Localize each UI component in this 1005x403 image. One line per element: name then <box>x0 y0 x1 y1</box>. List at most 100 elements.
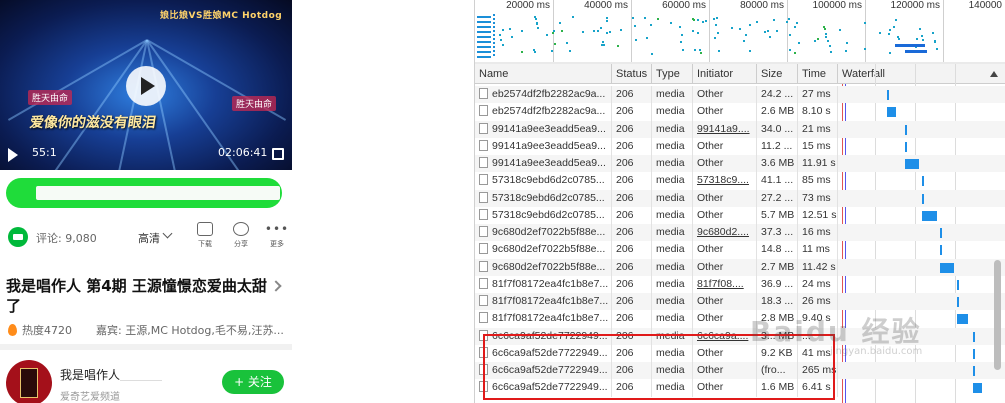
name-text: 9c680d2ef7022b5f88e... <box>492 243 606 256</box>
column-header-initiator[interactable]: Initiator <box>693 64 757 84</box>
name-text: eb2574df2fb2282ac9a... <box>492 105 606 118</box>
overview-activity-mark <box>705 20 707 22</box>
cell-type: media <box>652 155 693 173</box>
sort-up-icon[interactable] <box>990 71 998 77</box>
column-header-type[interactable]: Type <box>652 64 693 84</box>
column-header-waterfall[interactable]: Waterfall <box>838 64 1005 84</box>
table-row[interactable]: eb2574df2fb2282ac9a... 206 media Other 24.2 … <box>475 86 1005 104</box>
cell-name: 81f7f08172ea4fc1b8e7... <box>475 293 612 311</box>
waterfall-bar[interactable] <box>973 348 976 359</box>
overview-activity-mark <box>897 36 899 38</box>
cell-size: 34.0 ... <box>757 120 798 138</box>
cell-initiator[interactable]: 99141a9.... <box>693 120 757 138</box>
cell-initiator[interactable]: 57318c9.... <box>693 172 757 190</box>
fullscreen-icon[interactable] <box>272 148 284 160</box>
overview-activity-mark <box>502 29 504 31</box>
waterfall-bar[interactable] <box>904 124 907 135</box>
overview-activity-mark <box>646 37 648 39</box>
waterfall-bar[interactable] <box>956 297 959 307</box>
column-header-status[interactable]: Status <box>612 64 652 84</box>
overview-activity-mark <box>692 18 694 20</box>
status-text: 206 <box>616 139 634 152</box>
share-button[interactable]: 分享 <box>228 222 254 249</box>
overview-activity-mark <box>493 46 495 48</box>
type-text: media <box>656 243 685 256</box>
watermark-url: jingyan.baidu.com <box>830 346 923 357</box>
overview-activity-mark <box>644 17 646 19</box>
type-text: media <box>656 295 685 307</box>
waterfall-bar[interactable] <box>921 193 924 204</box>
cell-status: 206 <box>612 120 652 138</box>
waterfall-bar[interactable] <box>973 331 976 342</box>
overview-activity-mark <box>670 22 672 24</box>
table-row[interactable]: 99141a9ee3eadd5ea9... 206 media Other 3.6 MB… <box>475 155 1005 173</box>
overview-activity-mark <box>493 42 495 44</box>
vip-banner-button[interactable] <box>6 178 282 208</box>
mini-play-icon[interactable] <box>8 148 18 162</box>
cell-status: 206 <box>612 241 652 259</box>
comment-icon[interactable] <box>8 227 28 247</box>
waterfall-bar[interactable] <box>939 245 942 256</box>
cell-size: 36.9 ... <box>757 275 798 293</box>
table-row[interactable]: 81f7f08172ea4fc1b8e7... 206 media 81f7f08..… <box>475 275 1005 293</box>
overview-activity-mark <box>895 44 925 47</box>
table-row[interactable]: 57318c9ebd6d2c0785... 206 media 57318c9....… <box>475 172 1005 190</box>
waterfall-bar[interactable] <box>904 159 919 169</box>
waterfall-bar[interactable] <box>921 210 937 221</box>
channel-name[interactable]: 我是唱作人 <box>60 366 120 383</box>
waterfall-bar[interactable] <box>956 314 968 325</box>
video-title[interactable]: 我是唱作人 第4期 王源憧憬恋爱曲太甜了 <box>6 276 276 316</box>
channel-subtitle: 爱奇艺爱频道 <box>60 392 120 403</box>
overview-activity-mark <box>477 46 491 48</box>
overview-activity-mark <box>681 34 683 36</box>
network-overview[interactable]: 20000 ms 40000 ms 60000 ms 80000 ms 100000 m… <box>475 0 1005 62</box>
waterfall-bar[interactable] <box>921 176 924 187</box>
table-row[interactable]: 99141a9ee3eadd5ea9... 206 media Other 11.2 .… <box>475 137 1005 155</box>
waterfall-bar[interactable] <box>939 262 954 273</box>
cell-size: 2.6 MB <box>757 103 798 121</box>
table-row[interactable]: 99141a9ee3eadd5ea9... 206 media 99141a9....… <box>475 120 1005 138</box>
column-header-name[interactable]: Name <box>475 64 612 84</box>
cell-size: 37.3 ... <box>757 224 798 242</box>
table-row[interactable]: 81f7f08172ea4fc1b8e7... 206 media Other 18.3… <box>475 293 1005 311</box>
more-button[interactable]: ••• 更多 <box>264 222 290 249</box>
initiator-text: Other <box>697 208 724 221</box>
table-row[interactable]: 9c680d2ef7022b5f88e... 206 media Other 2.7 M… <box>475 258 1005 276</box>
waterfall-bar[interactable] <box>886 107 897 118</box>
overview-activity-mark <box>500 39 502 41</box>
waterfall-bar[interactable] <box>973 383 982 394</box>
size-text: 11.2 ... <box>761 139 793 152</box>
waterfall-bar[interactable] <box>904 141 907 152</box>
table-row[interactable]: eb2574df2fb2282ac9a... 206 media Other 2.6 M… <box>475 103 1005 121</box>
cell-initiator[interactable]: 9c680d2.... <box>693 224 757 242</box>
waterfall-bar[interactable] <box>973 366 976 376</box>
video-player[interactable]: 娘比娘VS胜娘MC Hotdog 胜天由命 胜天由命 爱像你的滋没有眼泪 55:… <box>0 0 292 170</box>
more-label: 更多 <box>270 240 284 248</box>
size-text: 41.1 ... <box>761 174 794 187</box>
column-header-time[interactable]: Time <box>798 64 838 84</box>
channel-avatar[interactable] <box>6 360 52 403</box>
chevron-down-icon[interactable] <box>162 228 173 239</box>
comment-count[interactable]: 评论: 9,080 <box>36 230 97 246</box>
download-button[interactable]: 下载 <box>192 222 218 249</box>
name-text: 81f7f08172ea4fc1b8e7... <box>492 295 609 307</box>
current-time: 55:1 <box>32 146 57 159</box>
overview-activity-mark <box>493 54 495 56</box>
column-header-size[interactable]: Size <box>757 64 798 84</box>
share-label: 分享 <box>234 240 248 248</box>
cell-status: 206 <box>612 258 652 276</box>
cell-initiator[interactable]: 81f7f08.... <box>693 275 757 293</box>
scrollbar-thumb[interactable] <box>994 260 1001 370</box>
quality-selector[interactable]: 高清 <box>138 230 160 246</box>
table-row[interactable]: 81f7f08172ea4fc1b8e7... 206 media Other 2.8 … <box>475 310 1005 328</box>
follow-button[interactable]: + 关注 <box>222 370 284 394</box>
waterfall-bar[interactable] <box>886 90 889 100</box>
cell-time: 11.91 s <box>798 155 838 173</box>
waterfall-bar[interactable] <box>956 279 959 290</box>
table-row[interactable]: 57318c9ebd6d2c0785... 206 media Other 27.2 .… <box>475 189 1005 207</box>
table-row[interactable]: 9c680d2ef7022b5f88e... 206 media Other 14.8 … <box>475 241 1005 259</box>
table-row[interactable]: 57318c9ebd6d2c0785... 206 media Other 5.7 MB… <box>475 206 1005 224</box>
waterfall-bar[interactable] <box>939 228 942 238</box>
play-button[interactable] <box>126 66 166 106</box>
table-row[interactable]: 9c680d2ef7022b5f88e... 206 media 9c680d2...… <box>475 224 1005 242</box>
